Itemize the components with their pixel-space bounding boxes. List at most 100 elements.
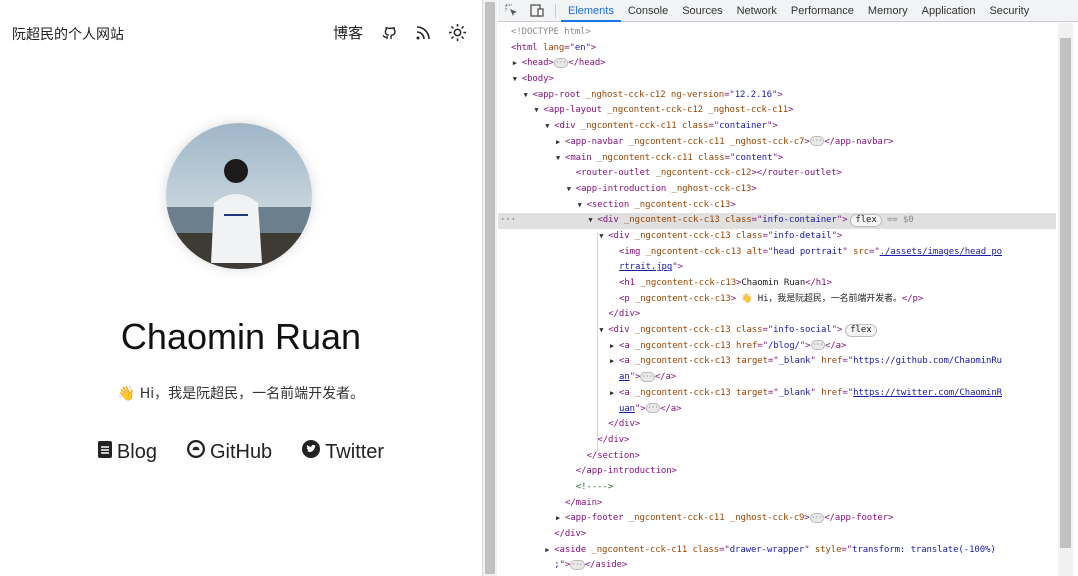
dom-node-line[interactable]: </div>: [498, 307, 1056, 323]
ellipsis-badge[interactable]: ···: [640, 371, 655, 382]
dom-node-line[interactable]: </div>: [498, 527, 1056, 543]
dom-node-line[interactable]: <router-outlet _ngcontent-cck-c12></rout…: [498, 166, 1056, 182]
collapse-arrow-icon[interactable]: ▼: [524, 88, 528, 104]
tab-security[interactable]: Security: [982, 0, 1036, 22]
collapse-arrow-icon[interactable]: ▼: [545, 119, 549, 135]
ellipsis-badge[interactable]: ···: [553, 57, 569, 68]
markup-link[interactable]: https://twitter.com/ChaominR: [853, 388, 1002, 398]
page-scrollbar[interactable]: [482, 0, 497, 576]
ellipsis-badge[interactable]: ···: [809, 512, 825, 523]
collapse-arrow-icon[interactable]: ▼: [599, 229, 603, 245]
dom-node-line[interactable]: <img _ngcontent-cck-c13 alt="head portra…: [498, 245, 1056, 261]
dom-node-line[interactable]: ▶ <app-footer _ngcontent-cck-c11 _nghost-…: [498, 511, 1056, 527]
node-markup: <div _ngcontent-cck-c11 class="container…: [554, 119, 778, 135]
flex-badge[interactable]: flex: [845, 324, 877, 338]
twitter-link[interactable]: Twitter: [302, 440, 384, 464]
collapse-arrow-icon[interactable]: ▼: [588, 213, 592, 229]
dom-node-line[interactable]: ▶ <a _ngcontent-cck-c13 target="_blank" h…: [498, 354, 1056, 370]
expand-arrow-icon[interactable]: ▶: [610, 339, 614, 355]
dom-node-line[interactable]: ▼ <section _ngcontent-cck-c13>: [498, 198, 1056, 214]
markup-attr: src: [853, 246, 869, 257]
ellipsis-badge[interactable]: ···: [810, 340, 826, 351]
dom-node-line[interactable]: ▶ <app-navbar _ngcontent-cck-c11 _nghost-…: [498, 135, 1056, 151]
expand-arrow-icon[interactable]: ▶: [610, 386, 614, 402]
collapse-arrow-icon[interactable]: ▼: [567, 182, 571, 198]
node-actions-icon[interactable]: ···: [500, 213, 516, 229]
dom-node-line[interactable]: ▼ <app-layout _ngcontent-cck-c12 _nghost-…: [498, 103, 1056, 119]
dom-node-line[interactable]: ▼ <div _ngcontent-cck-c13 class="info-soc…: [498, 323, 1056, 339]
tab-performance[interactable]: Performance: [784, 0, 861, 22]
dom-node-line[interactable]: <p _ngcontent-cck-c13> 👋 Hi，我是阮超民，一名前端开发…: [498, 292, 1056, 308]
dom-node-line[interactable]: ▶ <head> ··· </head>: [498, 56, 1056, 72]
dom-node-line[interactable]: </app-introduction>: [498, 464, 1056, 480]
markup-link[interactable]: an: [619, 372, 630, 382]
markup-tag: ">: [634, 403, 646, 414]
social-links: Blog GitHub Twitter: [0, 440, 482, 464]
elements-scrollbar-thumb[interactable]: [1060, 38, 1071, 548]
collapse-arrow-icon[interactable]: ▼: [513, 72, 517, 88]
markup-link[interactable]: ./assets/images/head_po: [880, 247, 1002, 257]
tab-sources[interactable]: Sources: [675, 0, 729, 22]
dom-node-line[interactable]: ▶ <a _ngcontent-cck-c13 target="_blank" h…: [498, 386, 1056, 402]
dom-node-line[interactable]: </main>: [498, 496, 1056, 512]
expand-arrow-icon[interactable]: ▶: [556, 511, 560, 527]
device-toolbar-icon[interactable]: [524, 4, 550, 17]
dom-node-line[interactable]: ▼ <main _ngcontent-cck-c11 class="content…: [498, 151, 1056, 167]
dom-node-line[interactable]: rtrait.jpg">: [498, 260, 1056, 276]
ellipsis-badge[interactable]: ···: [645, 403, 661, 413]
dom-node-line[interactable]: </section>: [498, 449, 1056, 465]
dom-node-line[interactable]: ▶ <aside _ngcontent-cck-c11 class="drawer…: [498, 543, 1056, 559]
markup-link[interactable]: rtrait.jpg: [619, 262, 672, 272]
collapse-arrow-icon[interactable]: ▼: [599, 323, 603, 339]
markup-tag: >: [804, 513, 810, 524]
tab-network[interactable]: Network: [730, 0, 784, 22]
dom-node-line[interactable]: ▼ <app-introduction _nghost-cck-c13>: [498, 182, 1056, 198]
tab-memory[interactable]: Memory: [861, 0, 915, 22]
collapse-arrow-icon[interactable]: ▼: [556, 151, 560, 167]
tab-application[interactable]: Application: [915, 0, 983, 22]
page-scrollbar-thumb[interactable]: [485, 2, 495, 574]
rss-icon[interactable]: [415, 25, 431, 41]
node-markup: <main _ngcontent-cck-c11 class="content"…: [565, 151, 783, 167]
collapse-arrow-icon[interactable]: ▼: [534, 103, 538, 119]
dom-node-line[interactable]: ▼ <body>: [498, 72, 1056, 88]
collapse-arrow-icon[interactable]: ▼: [578, 198, 582, 214]
flex-badge[interactable]: flex: [850, 214, 882, 228]
elements-scrollbar[interactable]: [1058, 23, 1073, 576]
github-icon[interactable]: [381, 25, 397, 41]
dom-node-line[interactable]: an"> ··· </a>: [498, 370, 1056, 386]
dom-node-line[interactable]: <h1 _ngcontent-cck-c13>Chaomin Ruan</h1>: [498, 276, 1056, 292]
markup-link[interactable]: uan: [619, 404, 635, 414]
dom-node-line[interactable]: uan"> ··· </a>: [498, 402, 1056, 418]
dom-node-line[interactable]: ▼ <app-root _nghost-cck-c12 ng-version="1…: [498, 88, 1056, 104]
dom-node-line[interactable]: <!---->: [498, 480, 1056, 496]
site-title[interactable]: 阮超民的个人网站: [12, 24, 124, 44]
blog-link[interactable]: Blog: [97, 440, 157, 464]
github-link[interactable]: GitHub: [186, 440, 272, 464]
ellipsis-badge[interactable]: ···: [809, 136, 825, 147]
tab-elements[interactable]: Elements: [561, 0, 621, 22]
node-markup: <head> ··· </head>: [522, 56, 606, 72]
nav-blog-link[interactable]: 博客: [333, 22, 363, 43]
inspect-element-icon[interactable]: [498, 4, 524, 17]
dom-node-line[interactable]: ▶ <a _ngcontent-cck-c13 href="/blog/"> ···…: [498, 339, 1056, 355]
node-markup: <a _ngcontent-cck-c13 target="_blank" hr…: [619, 386, 1002, 402]
dom-node-line[interactable]: ▼ <div _ngcontent-cck-c11 class="containe…: [498, 119, 1056, 135]
markup-val: drawer-wrapper: [729, 544, 805, 555]
markup-tag: =": [762, 230, 774, 241]
dom-node-line[interactable]: </div>: [498, 417, 1056, 433]
expand-arrow-icon[interactable]: ▶: [610, 354, 614, 370]
expand-arrow-icon[interactable]: ▶: [513, 56, 517, 72]
dom-node-line[interactable]: ;"> ··· </aside>: [498, 558, 1056, 574]
markup-attr: _ngcontent-cck-c11 class: [591, 544, 720, 555]
expand-arrow-icon[interactable]: ▶: [556, 135, 560, 151]
dom-node-line[interactable]: ▼ <div _ngcontent-cck-c13 class="info-det…: [498, 229, 1056, 245]
sun-icon[interactable]: [449, 24, 466, 41]
ellipsis-badge[interactable]: ···: [570, 559, 585, 570]
dom-node-line[interactable]: </div>: [498, 433, 1056, 449]
dom-node-line[interactable]: ··· ▼ <div _ngcontent-cck-c13 class="info-…: [498, 213, 1056, 229]
dom-node-line[interactable]: <!DOCTYPE html>: [498, 25, 1056, 41]
dom-node-line[interactable]: <html lang="en">: [498, 41, 1056, 57]
expand-arrow-icon[interactable]: ▶: [545, 543, 549, 559]
tab-console[interactable]: Console: [621, 0, 675, 22]
